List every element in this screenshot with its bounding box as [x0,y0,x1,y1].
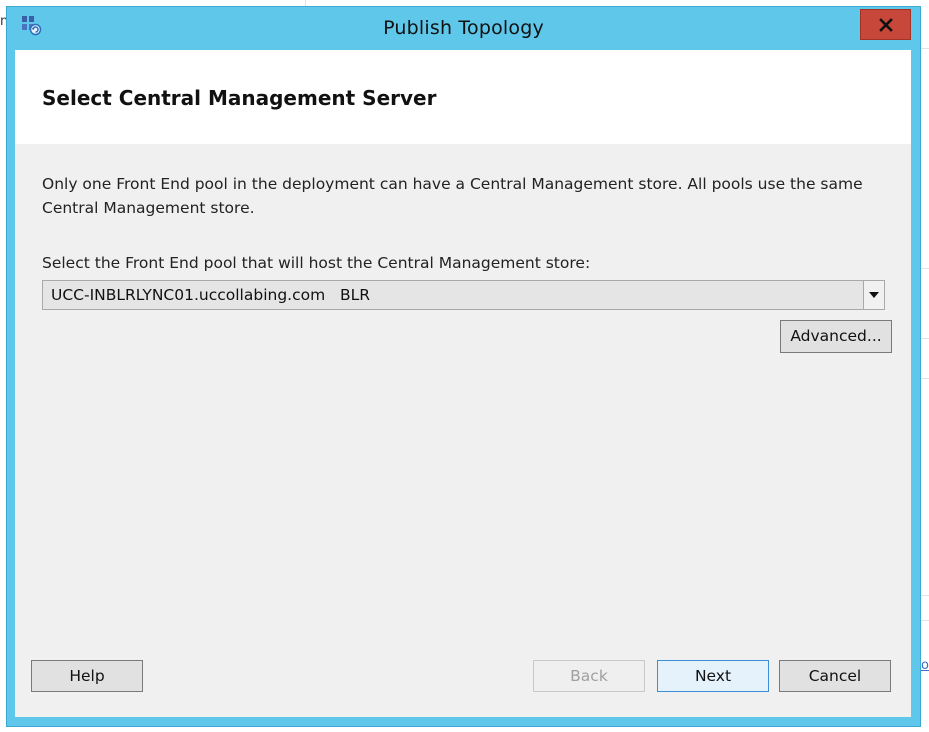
next-button[interactable]: Next [657,660,769,692]
advanced-button[interactable]: Advanced... [780,320,892,353]
background-divider [921,48,929,49]
help-button[interactable]: Help [31,660,143,692]
page-description: Only one Front End pool in the deploymen… [42,175,863,217]
background-divider [921,620,929,621]
background-divider [921,595,929,596]
dialog-content: Select Central Management Server Only on… [15,50,911,717]
window-title: Publish Topology [383,17,544,39]
publish-topology-dialog: Publish Topology Select Central Manageme… [6,6,921,727]
cancel-button[interactable]: Cancel [779,660,891,692]
page-header: Select Central Management Server [15,50,911,144]
page-title: Select Central Management Server [42,86,437,110]
front-end-pool-dropdown[interactable]: UCC-INBLRLYNC01.uccollabing.com BLR [42,280,885,310]
close-button[interactable] [860,9,911,40]
front-end-pool-selected-value: UCC-INBLRLYNC01.uccollabing.com BLR [51,286,371,304]
title-bar[interactable]: Publish Topology [7,7,920,50]
background-divider [921,338,929,339]
background-link[interactable]: o [921,658,929,673]
front-end-pool-label: Select the Front End pool that will host… [42,254,591,272]
back-button: Back [533,660,645,692]
chevron-down-icon[interactable] [863,281,884,309]
background-divider [921,268,929,269]
background-divider [921,378,929,379]
close-icon [878,17,893,32]
